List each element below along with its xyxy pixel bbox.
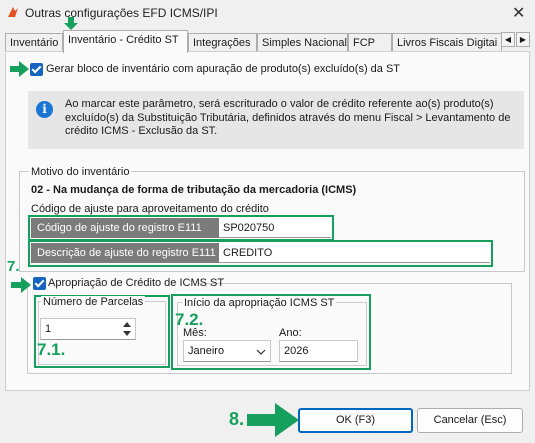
tab-scroll-right-icon[interactable]: ▶ xyxy=(516,32,530,47)
year-label: Ano: xyxy=(279,327,302,339)
desc-input[interactable]: CREDITO xyxy=(219,243,490,263)
installments-legend: Número de Parcelas xyxy=(41,296,146,308)
adjust-code-title: Código de ajuste para aproveitamento do … xyxy=(31,203,269,215)
cancel-button[interactable]: Cancelar (Esc) xyxy=(417,408,523,433)
step-71-marker: 7.1. xyxy=(37,340,66,359)
appropriation-label[interactable]: Apropriação de Crédito de ICMS ST xyxy=(48,277,224,289)
arrow-down-icon xyxy=(64,17,78,30)
arrow-right-icon xyxy=(11,277,31,293)
app-logo-icon xyxy=(8,7,18,17)
year-input[interactable]: 2026 xyxy=(279,340,358,362)
tab-livros-fiscais[interactable]: Livros Fiscais Digitai xyxy=(392,33,502,52)
tab-integracoes[interactable]: Integrações xyxy=(188,33,257,52)
arrow-right-icon xyxy=(247,403,299,437)
info-text: Ao marcar este parâmetro, será escritura… xyxy=(65,98,511,137)
tab-fcp[interactable]: FCP xyxy=(348,33,392,52)
desc-label: Descrição de ajuste do registro E111 xyxy=(31,243,219,263)
tab-simples-nacional[interactable]: Simples Nacional xyxy=(257,33,348,52)
window-title: Outras configurações EFD ICMS/IPI xyxy=(25,6,218,20)
month-select[interactable]: Janeiro xyxy=(183,340,271,362)
title-bar: Outras configurações EFD ICMS/IPI ✕ xyxy=(0,0,535,26)
info-box: i Ao marcar este parâmetro, será escritu… xyxy=(28,91,524,149)
code-input[interactable]: SP020750 xyxy=(219,218,331,238)
tab-inventario[interactable]: Inventário xyxy=(5,33,63,52)
arrow-right-icon xyxy=(10,61,29,77)
reason-value: 02 - Na mudança de forma de tributação d… xyxy=(31,184,357,196)
info-icon: i xyxy=(36,101,53,118)
ok-button[interactable]: OK (F3) xyxy=(298,408,413,433)
step-72-marker: 7.2. xyxy=(175,310,204,329)
tab-inventario-credito-st[interactable]: Inventário - Crédito ST xyxy=(63,30,188,53)
generate-block-label[interactable]: Gerar bloco de inventário com apuração d… xyxy=(46,63,400,75)
tab-scroll-left-icon[interactable]: ◀ xyxy=(501,32,515,47)
code-label: Código de ajuste do registro E111 xyxy=(31,218,219,238)
chevron-down-icon xyxy=(256,349,266,355)
start-legend: Início da apropriação ICMS ST xyxy=(182,297,337,309)
step-8-marker: 8. xyxy=(229,409,245,429)
appropriation-checkbox[interactable] xyxy=(33,277,46,290)
generate-block-checkbox[interactable] xyxy=(30,63,43,76)
spin-arrows-icon[interactable] xyxy=(121,320,133,338)
step-7-marker: 7. xyxy=(7,258,20,275)
month-value: Janeiro xyxy=(188,345,225,357)
close-icon[interactable]: ✕ xyxy=(512,3,525,23)
tab-strip: Inventário Inventário - Crédito ST Integ… xyxy=(5,30,530,53)
reason-legend: Motivo do inventário xyxy=(29,166,132,178)
